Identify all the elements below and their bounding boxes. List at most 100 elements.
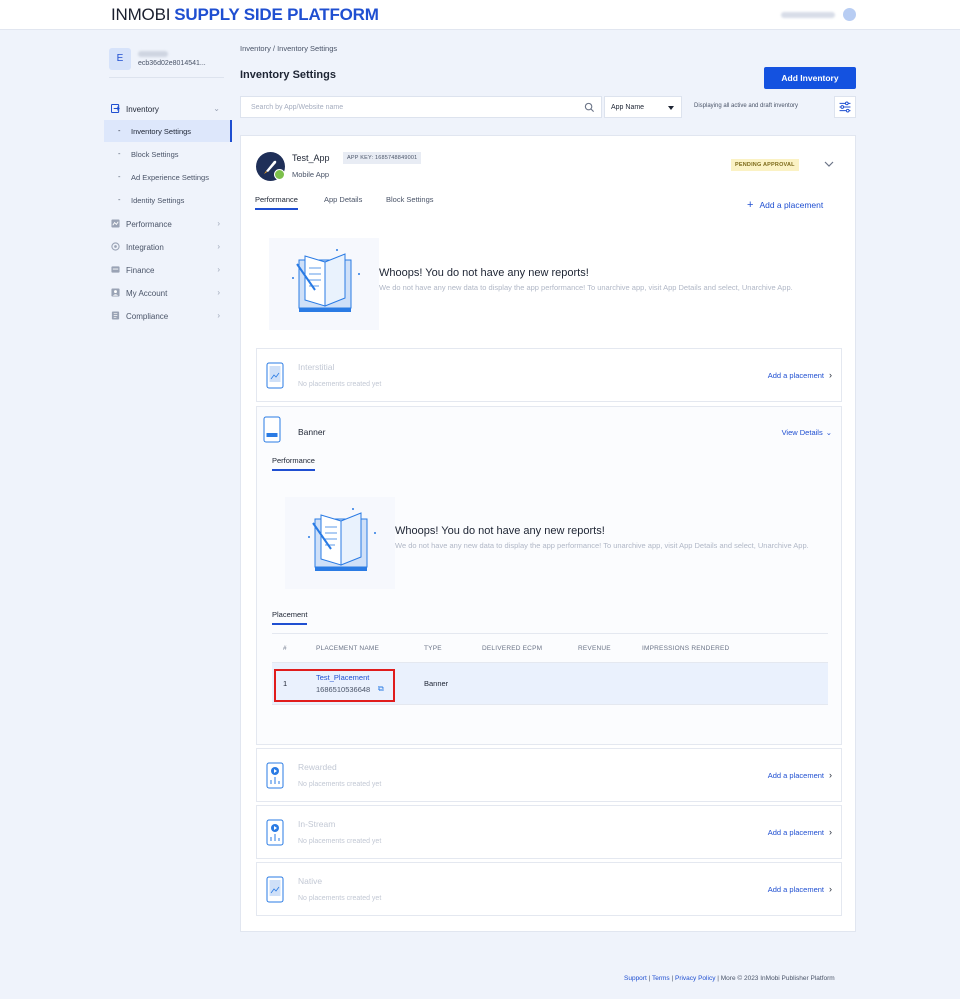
add-placement-label: Add a placement (767, 828, 824, 837)
add-placement-label: Add a placement (767, 771, 824, 780)
empty-report-illustration (269, 238, 379, 330)
sidebar-subitem-identity-settings[interactable]: - Identity Settings (104, 189, 230, 211)
empty-state: Whoops! You do not have any new reports!… (269, 238, 829, 330)
sidebar-subitem-label: Inventory Settings (131, 127, 192, 136)
empty-state: Whoops! You do not have any new reports!… (285, 497, 825, 589)
sidebar-item-compliance[interactable]: Compliance › (104, 305, 230, 327)
app-name[interactable]: Test_App (292, 153, 330, 163)
search-icon[interactable] (584, 102, 595, 113)
caret-down-icon (668, 106, 674, 110)
app-type: Mobile App (292, 170, 330, 179)
search-by-select[interactable]: App Name (604, 96, 682, 118)
page-title: Inventory Settings (240, 69, 336, 81)
user-name[interactable] (781, 12, 835, 18)
chevron-right-icon: › (829, 884, 832, 894)
empty-state-description: We do not have any new data to display t… (395, 541, 809, 550)
add-placement-link[interactable]: Add a placement › (768, 370, 832, 380)
sidebar-item-label: Compliance (126, 312, 169, 321)
placement-card-interstitial: Interstitial No placements created yet A… (256, 348, 842, 402)
brand-product: SUPPLY SIDE PLATFORM (174, 5, 379, 24)
account-name (138, 51, 168, 57)
placement-type-title: Interstitial (298, 362, 335, 372)
sidebar-item-integration[interactable]: Integration › (104, 236, 230, 258)
privacy-policy-link[interactable]: Privacy Policy (675, 975, 715, 982)
brand-logo[interactable]: INMOBI SUPPLY SIDE PLATFORM (111, 5, 379, 25)
user-avatar[interactable] (843, 8, 856, 21)
account-switcher[interactable]: E ecb36d02e8014541... (109, 48, 224, 78)
app-key-badge: APP KEY: 1685748849001 (343, 152, 422, 164)
sidebar-item-label: Finance (126, 266, 155, 275)
sidebar-subitem-block-settings[interactable]: - Block Settings (104, 143, 230, 165)
placement-empty-text: No placements created yet (298, 381, 382, 388)
footer: Support | Terms | Privacy Policy | More … (624, 975, 835, 982)
empty-state-title: Whoops! You do not have any new reports! (395, 525, 605, 537)
add-placement-link[interactable]: Add a placement › (768, 827, 832, 837)
select-value: App Name (611, 104, 645, 111)
sidebar-item-inventory[interactable]: Inventory ⌄ (104, 98, 230, 120)
chevron-down-icon[interactable] (823, 158, 835, 170)
search-placeholder: Search by App/Website name (251, 104, 344, 111)
table-row[interactable]: 1 Test_Placement 1686510536648 ⧉ Banner (272, 663, 828, 705)
sidebar-item-label: Integration (126, 243, 164, 252)
dash-icon: - (118, 149, 121, 158)
placement-empty-text: No placements created yet (298, 838, 382, 845)
sidebar-item-finance[interactable]: Finance › (104, 259, 230, 281)
brand-name: INMOBI (111, 5, 171, 24)
sidebar-item-label: Inventory (126, 105, 159, 114)
breadcrumb[interactable]: Inventory / Inventory Settings (240, 44, 337, 53)
chevron-right-icon: › (217, 311, 220, 320)
placement-type-title: Banner (298, 427, 326, 437)
dash-icon: - (118, 195, 121, 204)
top-bar: INMOBI SUPPLY SIDE PLATFORM (0, 0, 960, 30)
column-header: IMPRESSIONS RENDERED (642, 645, 730, 652)
placement-type-title: Native (298, 876, 323, 886)
chevron-down-icon: ⌄ (213, 104, 220, 113)
chevron-right-icon: › (829, 827, 832, 837)
sidebar-item-my-account[interactable]: My Account › (104, 282, 230, 304)
finance-icon (111, 266, 120, 273)
tab-banner-performance[interactable]: Performance (272, 456, 315, 471)
display-note: Displaying all active and draft inventor… (694, 103, 799, 109)
phone-video-icon (266, 762, 284, 789)
add-inventory-button[interactable]: Add Inventory (764, 67, 856, 89)
add-placement-button[interactable]: + Add a placement (747, 199, 823, 211)
chevron-right-icon: › (217, 219, 220, 228)
account-icon (111, 288, 120, 297)
sidebar-subitem-ad-experience-settings[interactable]: - Ad Experience Settings (104, 166, 230, 188)
view-details-link[interactable]: View Details ⌄ (782, 428, 832, 437)
tab-placement[interactable]: Placement (272, 610, 308, 625)
column-header: # (283, 645, 287, 652)
footer-copyright: | More © 2023 InMobi Publisher Platform (715, 975, 835, 982)
tab-performance[interactable]: Performance (255, 195, 298, 211)
sidebar-item-label: Performance (126, 220, 172, 229)
chevron-right-icon: › (829, 770, 832, 780)
sidebar-subitem-inventory-settings[interactable]: - Inventory Settings (104, 120, 232, 142)
filter-button[interactable] (834, 96, 856, 118)
performance-icon (111, 219, 120, 228)
empty-state-description: We do not have any new data to display t… (379, 283, 793, 292)
sidebar-subitem-label: Block Settings (131, 150, 179, 159)
placement-type-title: Rewarded (298, 762, 337, 772)
placement-card-instream: In-Stream No placements created yet Add … (256, 805, 842, 859)
add-placement-link[interactable]: Add a placement › (768, 884, 832, 894)
phone-banner-icon (263, 416, 281, 443)
tab-block-settings[interactable]: Block Settings (386, 195, 434, 211)
plus-icon: + (747, 199, 754, 211)
placement-card-banner: Banner View Details ⌄ Performance Whoops!… (256, 406, 842, 745)
column-header: REVENUE (578, 645, 611, 652)
search-input[interactable]: Search by App/Website name (240, 96, 602, 118)
placement-card-native: Native No placements created yet Add a p… (256, 862, 842, 916)
view-details-label: View Details (781, 428, 823, 437)
table-header: # PLACEMENT NAME TYPE DELIVERED ECPM REV… (272, 633, 828, 663)
add-placement-link[interactable]: Add a placement › (768, 770, 832, 780)
dash-icon: - (118, 172, 121, 181)
inventory-icon (111, 104, 120, 113)
sidebar-subitem-label: Identity Settings (131, 196, 185, 205)
phone-icon (266, 876, 284, 903)
support-link[interactable]: Support (624, 975, 647, 982)
tab-app-details[interactable]: App Details (324, 195, 362, 211)
empty-state-title: Whoops! You do not have any new reports! (379, 267, 589, 279)
terms-link[interactable]: Terms (652, 975, 670, 982)
sidebar-item-performance[interactable]: Performance › (104, 213, 230, 235)
integration-icon (111, 242, 120, 251)
